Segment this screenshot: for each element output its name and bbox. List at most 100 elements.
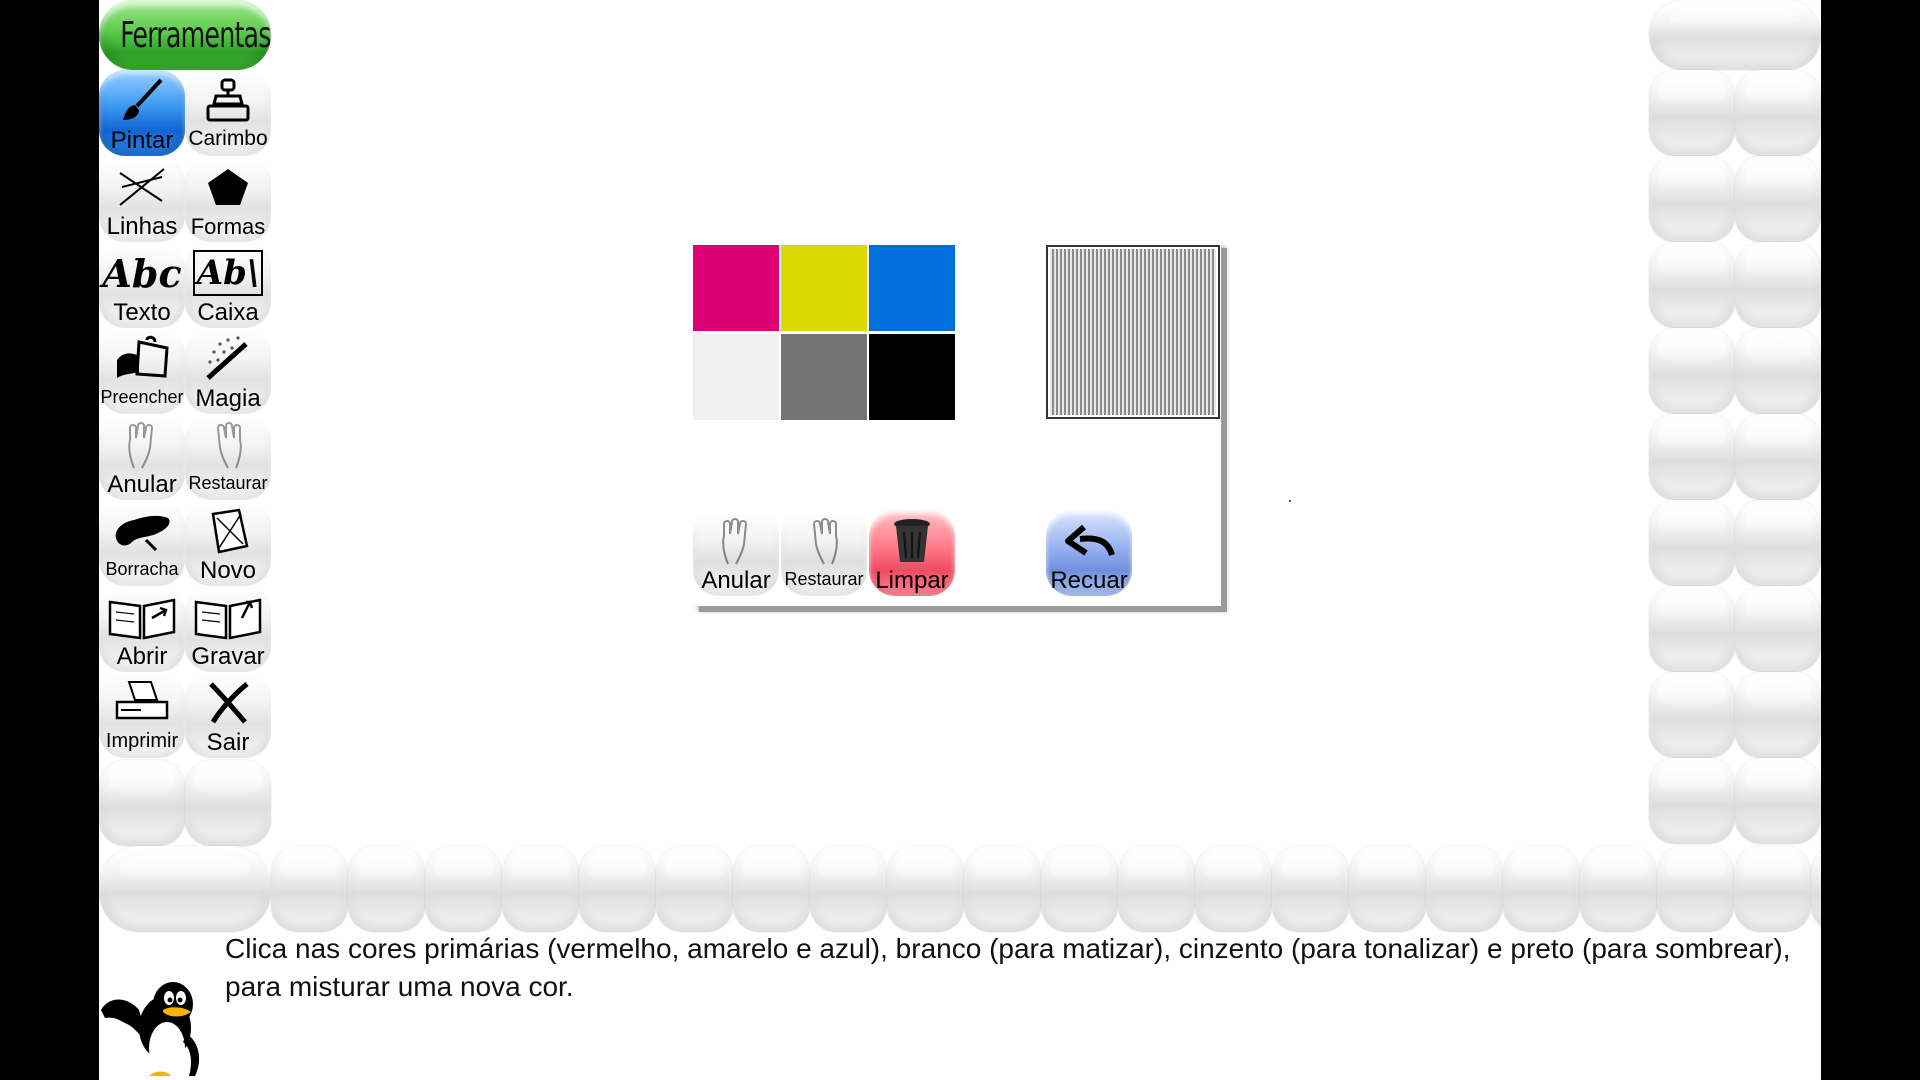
tool-print-button[interactable]: Imprimir xyxy=(99,672,185,758)
color-mixer-dialog: Anular Restaurar Limpar Recuar xyxy=(693,242,1221,606)
bottom-empty-slot xyxy=(1811,846,1821,932)
bottom-empty-slot xyxy=(579,846,656,932)
mixer-redo-label: Restaurar xyxy=(784,569,864,589)
tool-label: Abrir xyxy=(116,643,168,670)
swatch-black[interactable] xyxy=(869,334,955,420)
tuxpaint-window: Ferramentas Pintar Carimbo Linhas Formas… xyxy=(99,0,1821,1080)
bottom-empty-slot xyxy=(1503,846,1580,932)
mixer-undo-button[interactable]: Anular xyxy=(693,510,779,596)
right-empty-slot xyxy=(1735,156,1821,242)
magic-wand-icon xyxy=(206,336,248,380)
bottom-empty-slot xyxy=(1657,846,1734,932)
paintbrush-icon xyxy=(123,78,163,120)
open-book-icon xyxy=(108,598,176,640)
tools-header: Ferramentas xyxy=(99,0,271,70)
tool-new-button[interactable]: Novo xyxy=(185,500,271,586)
bottom-empty-slot xyxy=(887,846,964,932)
swatch-magenta[interactable] xyxy=(693,245,779,331)
tool-label: Carimbo xyxy=(188,127,268,150)
tool-undo-button[interactable]: Anular xyxy=(99,414,185,500)
mixer-back-label: Recuar xyxy=(1050,567,1128,594)
tool-label: Caixa xyxy=(197,299,259,326)
bottom-empty-slot xyxy=(271,846,348,932)
mixer-redo-button[interactable]: Restaurar xyxy=(781,510,867,596)
tool-label: Sair xyxy=(206,729,250,756)
bottom-empty-slot xyxy=(1195,846,1272,932)
redo-hand-icon xyxy=(216,422,242,469)
bottom-empty-slot xyxy=(964,846,1041,932)
bottom-left-glass-button xyxy=(99,846,271,932)
bottom-empty-slot xyxy=(1118,846,1195,932)
tool-fill-button[interactable]: Preencher xyxy=(99,328,185,414)
right-empty-slot xyxy=(1649,156,1735,242)
tool-redo-button[interactable]: Restaurar xyxy=(185,414,271,500)
text-icon: Abc xyxy=(102,250,182,296)
bottom-empty-slot xyxy=(348,846,425,932)
mixer-back-button[interactable]: Recuar xyxy=(1046,510,1132,596)
bottom-empty-slot xyxy=(656,846,733,932)
right-empty-slot xyxy=(1649,414,1735,500)
trash-can-icon xyxy=(894,519,930,562)
tools-header-label: Ferramentas xyxy=(120,15,271,56)
empty-tool-slot xyxy=(185,760,271,846)
right-empty-slot xyxy=(1735,758,1821,844)
bottom-empty-slot xyxy=(502,846,579,932)
tool-text-button[interactable]: Abc Texto xyxy=(99,242,185,328)
swatch-white[interactable] xyxy=(693,334,779,420)
tool-paint-button[interactable]: Pintar xyxy=(99,70,185,156)
tool-lines-button[interactable]: Linhas xyxy=(99,156,185,242)
right-header-glass xyxy=(1649,0,1821,70)
lines-icon xyxy=(119,168,165,206)
bottom-empty-slot xyxy=(425,846,502,932)
tool-quit-button[interactable]: Sair xyxy=(185,672,271,758)
mixer-undo-label: Anular xyxy=(701,567,771,594)
canvas-dot xyxy=(1289,500,1291,502)
pentagon-icon xyxy=(208,169,248,205)
tool-save-button[interactable]: Gravar xyxy=(185,586,271,672)
tool-label: Preencher xyxy=(100,387,184,407)
status-message: Clica nas cores primárias (vermelho, ama… xyxy=(225,933,1791,1002)
right-empty-slot xyxy=(1649,672,1735,758)
bottom-empty-slot xyxy=(1426,846,1503,932)
right-empty-slot xyxy=(1649,328,1735,414)
right-empty-slot xyxy=(1735,70,1821,156)
tux-mascot xyxy=(99,972,223,1080)
right-empty-slot xyxy=(1735,328,1821,414)
paint-bucket-icon xyxy=(117,335,169,378)
right-empty-slot xyxy=(1735,672,1821,758)
tool-label: Formas xyxy=(190,214,266,239)
mixed-color-preview xyxy=(1046,245,1220,419)
right-empty-slot xyxy=(1649,70,1735,156)
tool-stamp-button[interactable]: Carimbo xyxy=(185,70,271,156)
bottom-empty-slot xyxy=(1580,846,1657,932)
tool-magic-button[interactable]: Magia xyxy=(185,328,271,414)
printer-icon xyxy=(115,681,169,720)
exit-x-icon xyxy=(209,682,249,724)
mixer-clear-button[interactable]: Limpar xyxy=(869,510,955,596)
tool-label: Linhas xyxy=(106,213,178,240)
right-empty-slot xyxy=(1735,242,1821,328)
tool-open-button[interactable]: Abrir xyxy=(99,586,185,672)
right-empty-slot xyxy=(1649,500,1735,586)
swatch-blue[interactable] xyxy=(869,245,955,331)
swatch-grey[interactable] xyxy=(781,334,867,420)
bottom-empty-slot xyxy=(810,846,887,932)
textbox-icon: Ab\ xyxy=(192,250,264,296)
undo-hand-icon xyxy=(128,422,154,469)
tool-eraser-button[interactable]: Borracha xyxy=(99,500,185,586)
swatch-yellow[interactable] xyxy=(781,245,867,331)
tool-label: Anular xyxy=(107,471,177,498)
tool-label-button[interactable]: Ab\ Caixa xyxy=(185,242,271,328)
tool-label: Novo xyxy=(199,557,257,584)
tool-shapes-button[interactable]: Formas xyxy=(185,156,271,242)
right-empty-slot xyxy=(1735,586,1821,672)
right-empty-slot xyxy=(1649,586,1735,672)
right-empty-slot xyxy=(1735,414,1821,500)
bottom-empty-slot xyxy=(1272,846,1349,932)
save-book-icon xyxy=(194,598,262,640)
stamp-icon xyxy=(206,78,250,122)
tool-label: Restaurar xyxy=(188,473,268,493)
new-document-icon xyxy=(211,508,249,554)
redo-hand-icon xyxy=(812,518,838,565)
mixer-clear-label: Limpar xyxy=(875,567,949,594)
